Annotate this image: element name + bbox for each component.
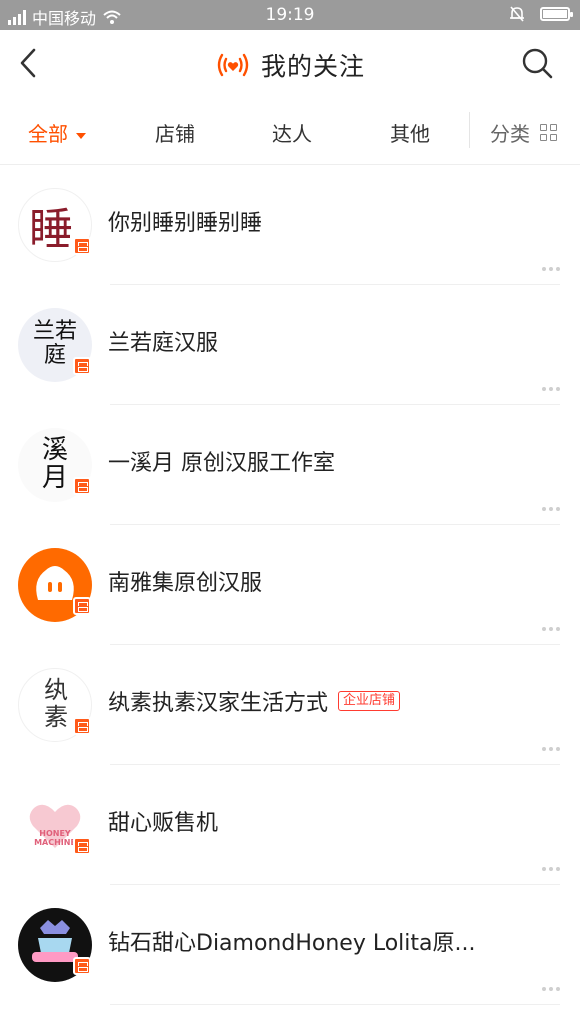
tab-category-label: 分类 (490, 122, 530, 146)
shop-name: 你别睡别睡别睡 (108, 205, 262, 237)
list-item[interactable]: 钻石甜心DiamondHoney Lolita原... (0, 885, 580, 1005)
avatar-logo-text: 睡 (29, 204, 73, 255)
live-broadcast-icon (217, 53, 249, 77)
grid-icon (540, 124, 557, 141)
avatar-logo-text: 纨素 (44, 676, 68, 731)
shop-badge-icon (73, 597, 91, 615)
shop-badge-icon (73, 717, 91, 735)
shop-name: 钻石甜心DiamondHoney Lolita原... (108, 925, 475, 957)
more-dots-icon[interactable] (542, 387, 560, 391)
follow-list: 睡 你别睡别睡别睡 兰若庭 兰若庭汉服 溪月 一溪月 原创汉服工作室 南雅集原创… (0, 165, 580, 1005)
shop-name-label: 甜心贩售机 (108, 811, 219, 836)
shop-badge-icon (73, 237, 91, 255)
more-dots-icon[interactable] (542, 507, 560, 511)
more-dots-icon[interactable] (542, 867, 560, 871)
more-dots-icon[interactable] (542, 267, 560, 271)
shop-name-label: 钻石甜心DiamondHoney Lolita原... (108, 931, 476, 956)
tab-shops[interactable]: 店铺 (155, 118, 195, 147)
shop-badge-icon (73, 477, 91, 495)
page-title: 我的关注 (260, 52, 365, 81)
list-item[interactable]: 溪月 一溪月 原创汉服工作室 (0, 405, 580, 525)
tab-influencers[interactable]: 达人 (272, 118, 312, 147)
shop-name-label: 纨素执素汉家生活方式 (108, 691, 329, 716)
status-bar: 中国移动 19:19 (0, 0, 580, 30)
status-right (508, 5, 573, 23)
caret-down-icon (76, 132, 86, 139)
list-item[interactable]: 兰若庭 兰若庭汉服 (0, 285, 580, 405)
list-item[interactable]: 睡 你别睡别睡别睡 (0, 165, 580, 285)
shop-name-label: 南雅集原创汉服 (108, 571, 263, 596)
shop-name-label: 兰若庭汉服 (108, 331, 219, 356)
shop-name: 纨素执素汉家生活方式 企业店铺 (108, 685, 401, 717)
shop-name: 南雅集原创汉服 (108, 565, 262, 597)
page-title-group: 我的关注 (0, 47, 580, 83)
more-dots-icon[interactable] (542, 627, 560, 631)
nav-bar: 我的关注 (0, 30, 580, 96)
divider (110, 1004, 560, 1005)
tab-others[interactable]: 其他 (390, 118, 430, 147)
filter-tabs: 全部 店铺 达人 其他 分类 (0, 98, 580, 165)
tab-all-label: 全部 (28, 122, 68, 146)
tab-all[interactable]: 全部 (28, 118, 86, 147)
more-dots-icon[interactable] (542, 747, 560, 751)
shop-badge-icon (73, 357, 91, 375)
shop-name: 一溪月 原创汉服工作室 (108, 445, 335, 477)
enterprise-shop-badge: 企业店铺 (338, 691, 401, 711)
mute-bell-icon (510, 6, 524, 22)
list-item[interactable]: HONEY MACHINE 甜心贩售机 (0, 765, 580, 885)
clock: 19:19 (265, 5, 315, 25)
list-item[interactable]: 纨素 纨素执素汉家生活方式 企业店铺 (0, 645, 580, 765)
shop-badge-icon (73, 957, 91, 975)
search-icon[interactable] (520, 46, 554, 80)
tab-divider (469, 112, 470, 148)
shop-name: 兰若庭汉服 (108, 325, 218, 357)
avatar-logo-text: 溪月 (41, 435, 68, 493)
shop-badge-icon (73, 837, 91, 855)
tab-category[interactable]: 分类 (490, 118, 557, 147)
shop-name-label: 你别睡别睡别睡 (108, 211, 263, 236)
shop-name-label: 一溪月 原创汉服工作室 (108, 451, 335, 476)
battery-icon (540, 7, 573, 21)
shop-name: 甜心贩售机 (108, 805, 218, 837)
more-dots-icon[interactable] (542, 987, 560, 991)
list-item[interactable]: 南雅集原创汉服 (0, 525, 580, 645)
